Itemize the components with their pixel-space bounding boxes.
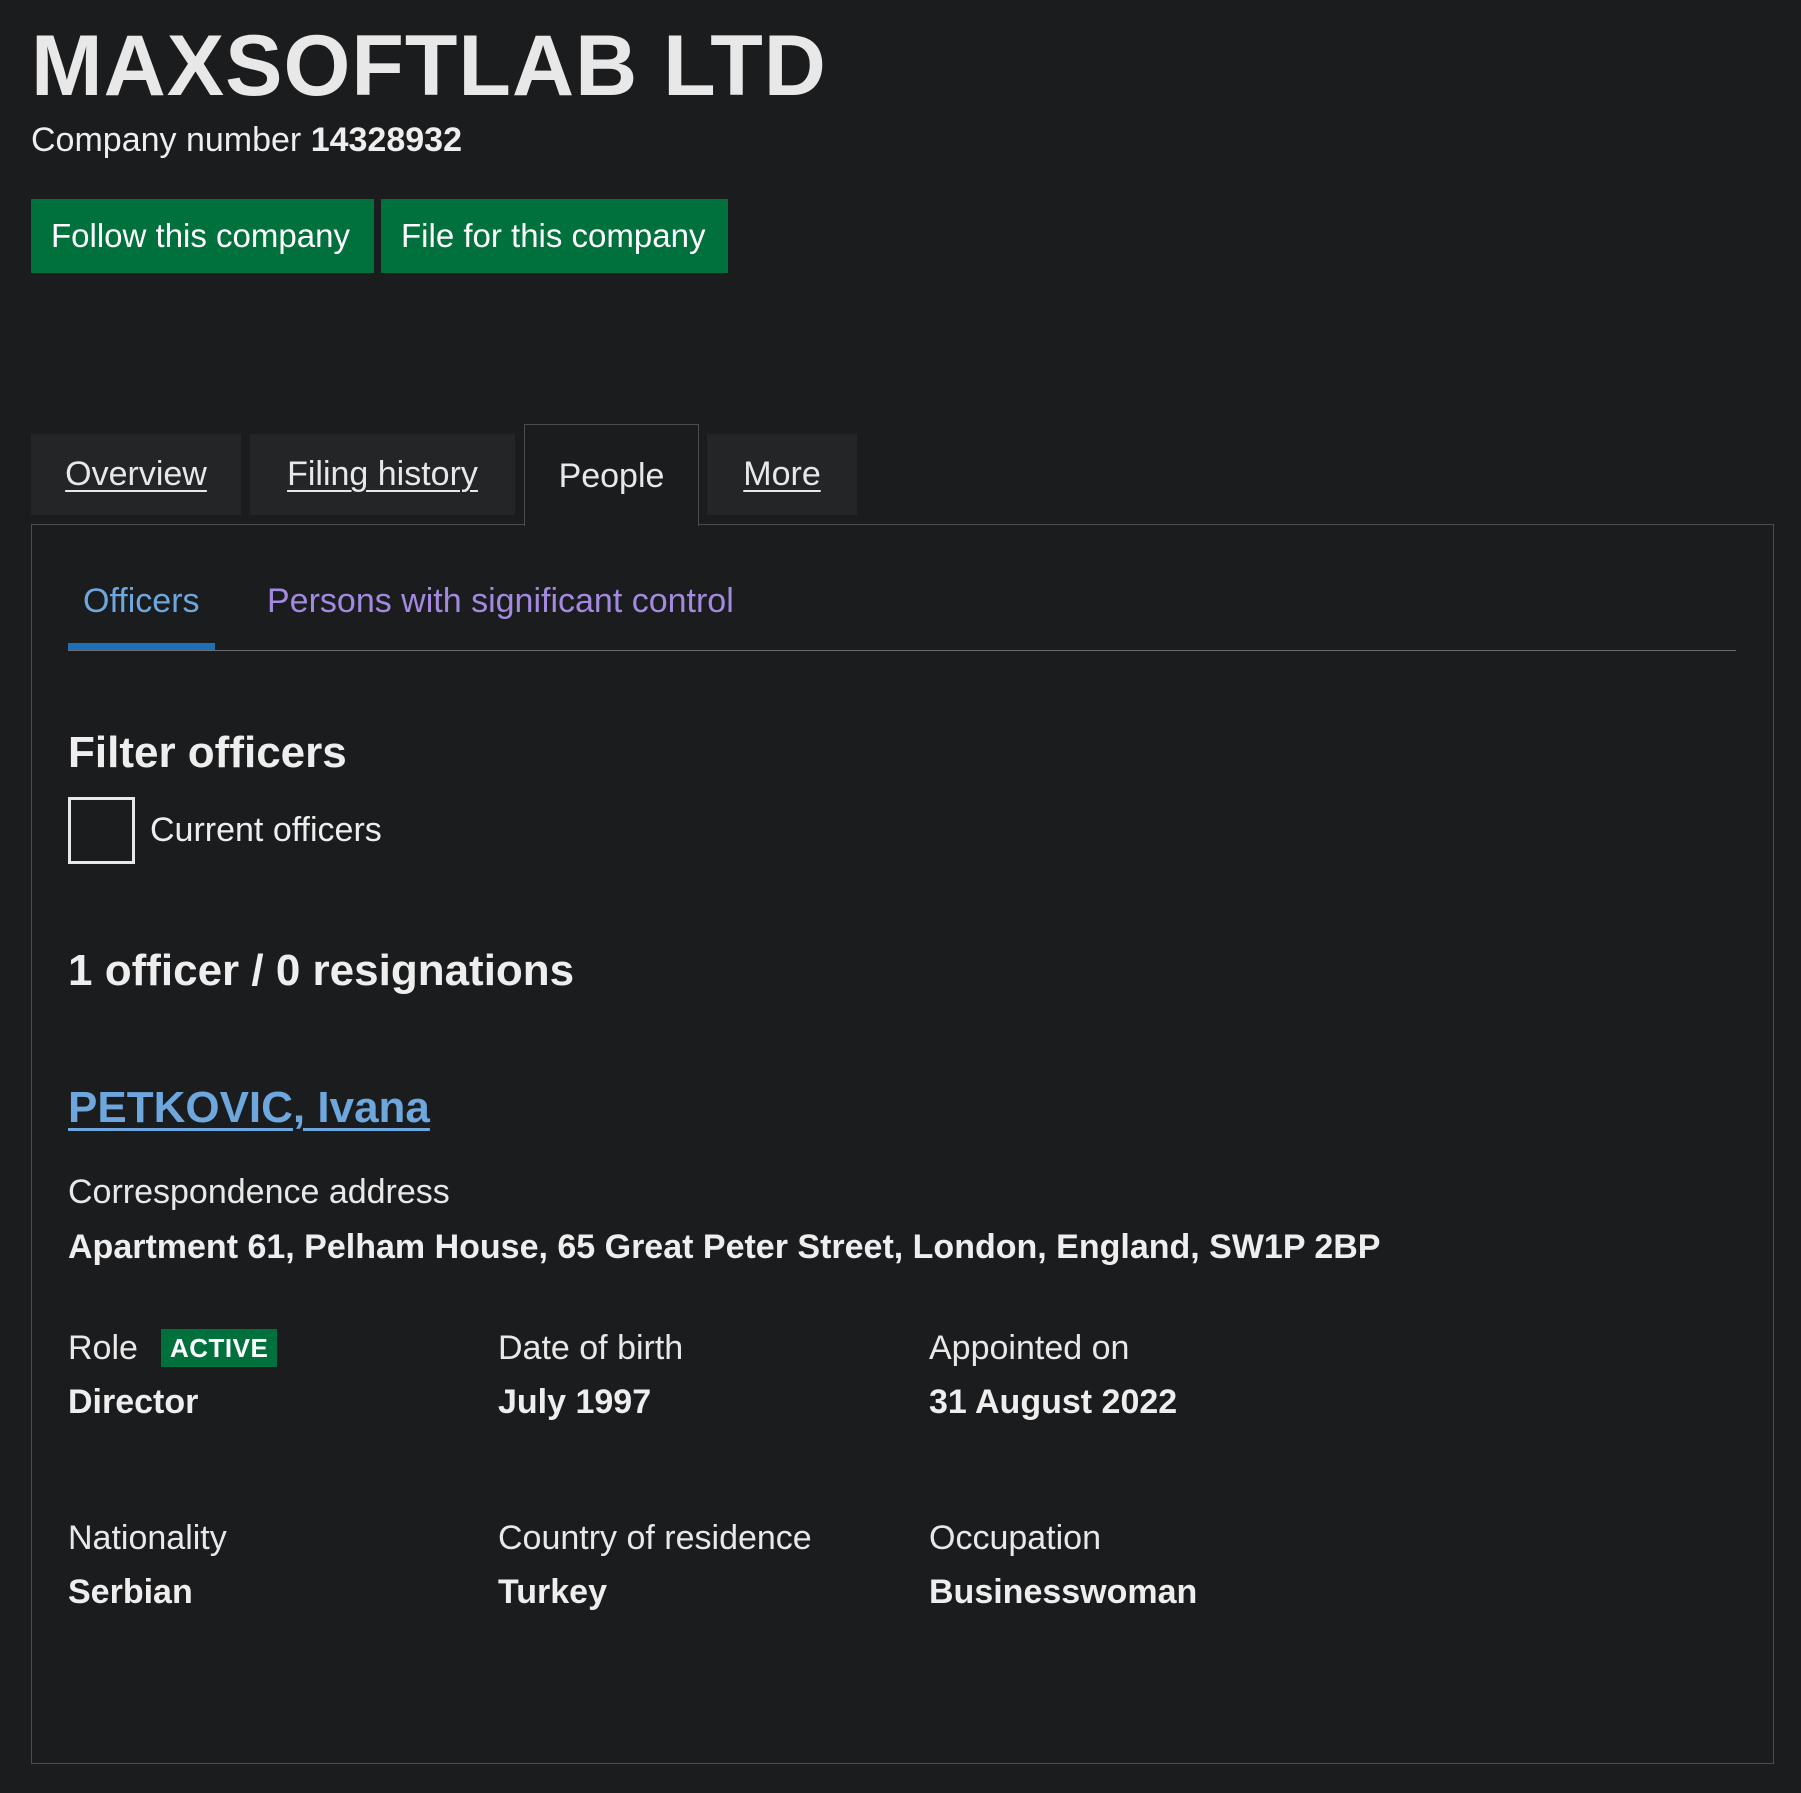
- company-number-label: Company number: [31, 121, 302, 159]
- company-number: Company number 14328932: [31, 118, 462, 162]
- subtab-officers[interactable]: Officers: [83, 576, 200, 626]
- tab-people[interactable]: People: [524, 424, 699, 526]
- appointed-on-label: Appointed on: [929, 1329, 1130, 1367]
- country-of-residence-label: Country of residence: [498, 1519, 812, 1557]
- occupation-value: Businesswoman: [929, 1573, 1198, 1611]
- country-of-residence-value: Turkey: [498, 1573, 607, 1611]
- correspondence-address-value: Apartment 61, Pelham House, 65 Great Pet…: [68, 1228, 1381, 1266]
- correspondence-address-label: Correspondence address: [68, 1173, 450, 1211]
- tab-filing-history[interactable]: Filing history: [250, 434, 515, 515]
- appointed-on-value: 31 August 2022: [929, 1383, 1178, 1421]
- nationality-value: Serbian: [68, 1573, 193, 1611]
- date-of-birth-label: Date of birth: [498, 1329, 684, 1367]
- company-name-heading: MAXSOFTLAB LTD: [31, 18, 827, 114]
- occupation-label: Occupation: [929, 1519, 1101, 1557]
- date-of-birth-value: July 1997: [498, 1383, 652, 1421]
- tab-people-label[interactable]: People: [559, 457, 665, 495]
- current-officers-label[interactable]: Current officers: [150, 808, 382, 852]
- company-number-value: 14328932: [310, 121, 462, 159]
- tab-filing-history-label[interactable]: Filing history: [287, 455, 478, 493]
- current-officers-checkbox[interactable]: [68, 797, 135, 864]
- subtab-divider: [68, 650, 1736, 651]
- tab-more-label[interactable]: More: [743, 455, 820, 493]
- file-for-company-button[interactable]: File for this company: [381, 199, 728, 273]
- role-label: Role: [68, 1329, 138, 1367]
- tab-more[interactable]: More: [707, 434, 857, 515]
- nationality-label: Nationality: [68, 1519, 227, 1557]
- tab-overview[interactable]: Overview: [31, 434, 241, 515]
- status-badge: ACTIVE: [161, 1329, 278, 1367]
- filter-officers-heading: Filter officers: [68, 728, 347, 777]
- people-tab-panel: [31, 524, 1774, 1764]
- follow-company-button[interactable]: Follow this company: [31, 199, 374, 273]
- tab-overview-label[interactable]: Overview: [65, 455, 207, 493]
- officer-name-link[interactable]: PETKOVIC, Ivana: [68, 1080, 430, 1136]
- role-value: Director: [68, 1383, 199, 1421]
- officer-count-summary: 1 officer / 0 resignations: [68, 946, 575, 995]
- company-officers-page: MAXSOFTLAB LTD Company number 14328932 F…: [0, 0, 1801, 1793]
- subtab-persons-with-significant-control[interactable]: Persons with significant control: [267, 576, 734, 626]
